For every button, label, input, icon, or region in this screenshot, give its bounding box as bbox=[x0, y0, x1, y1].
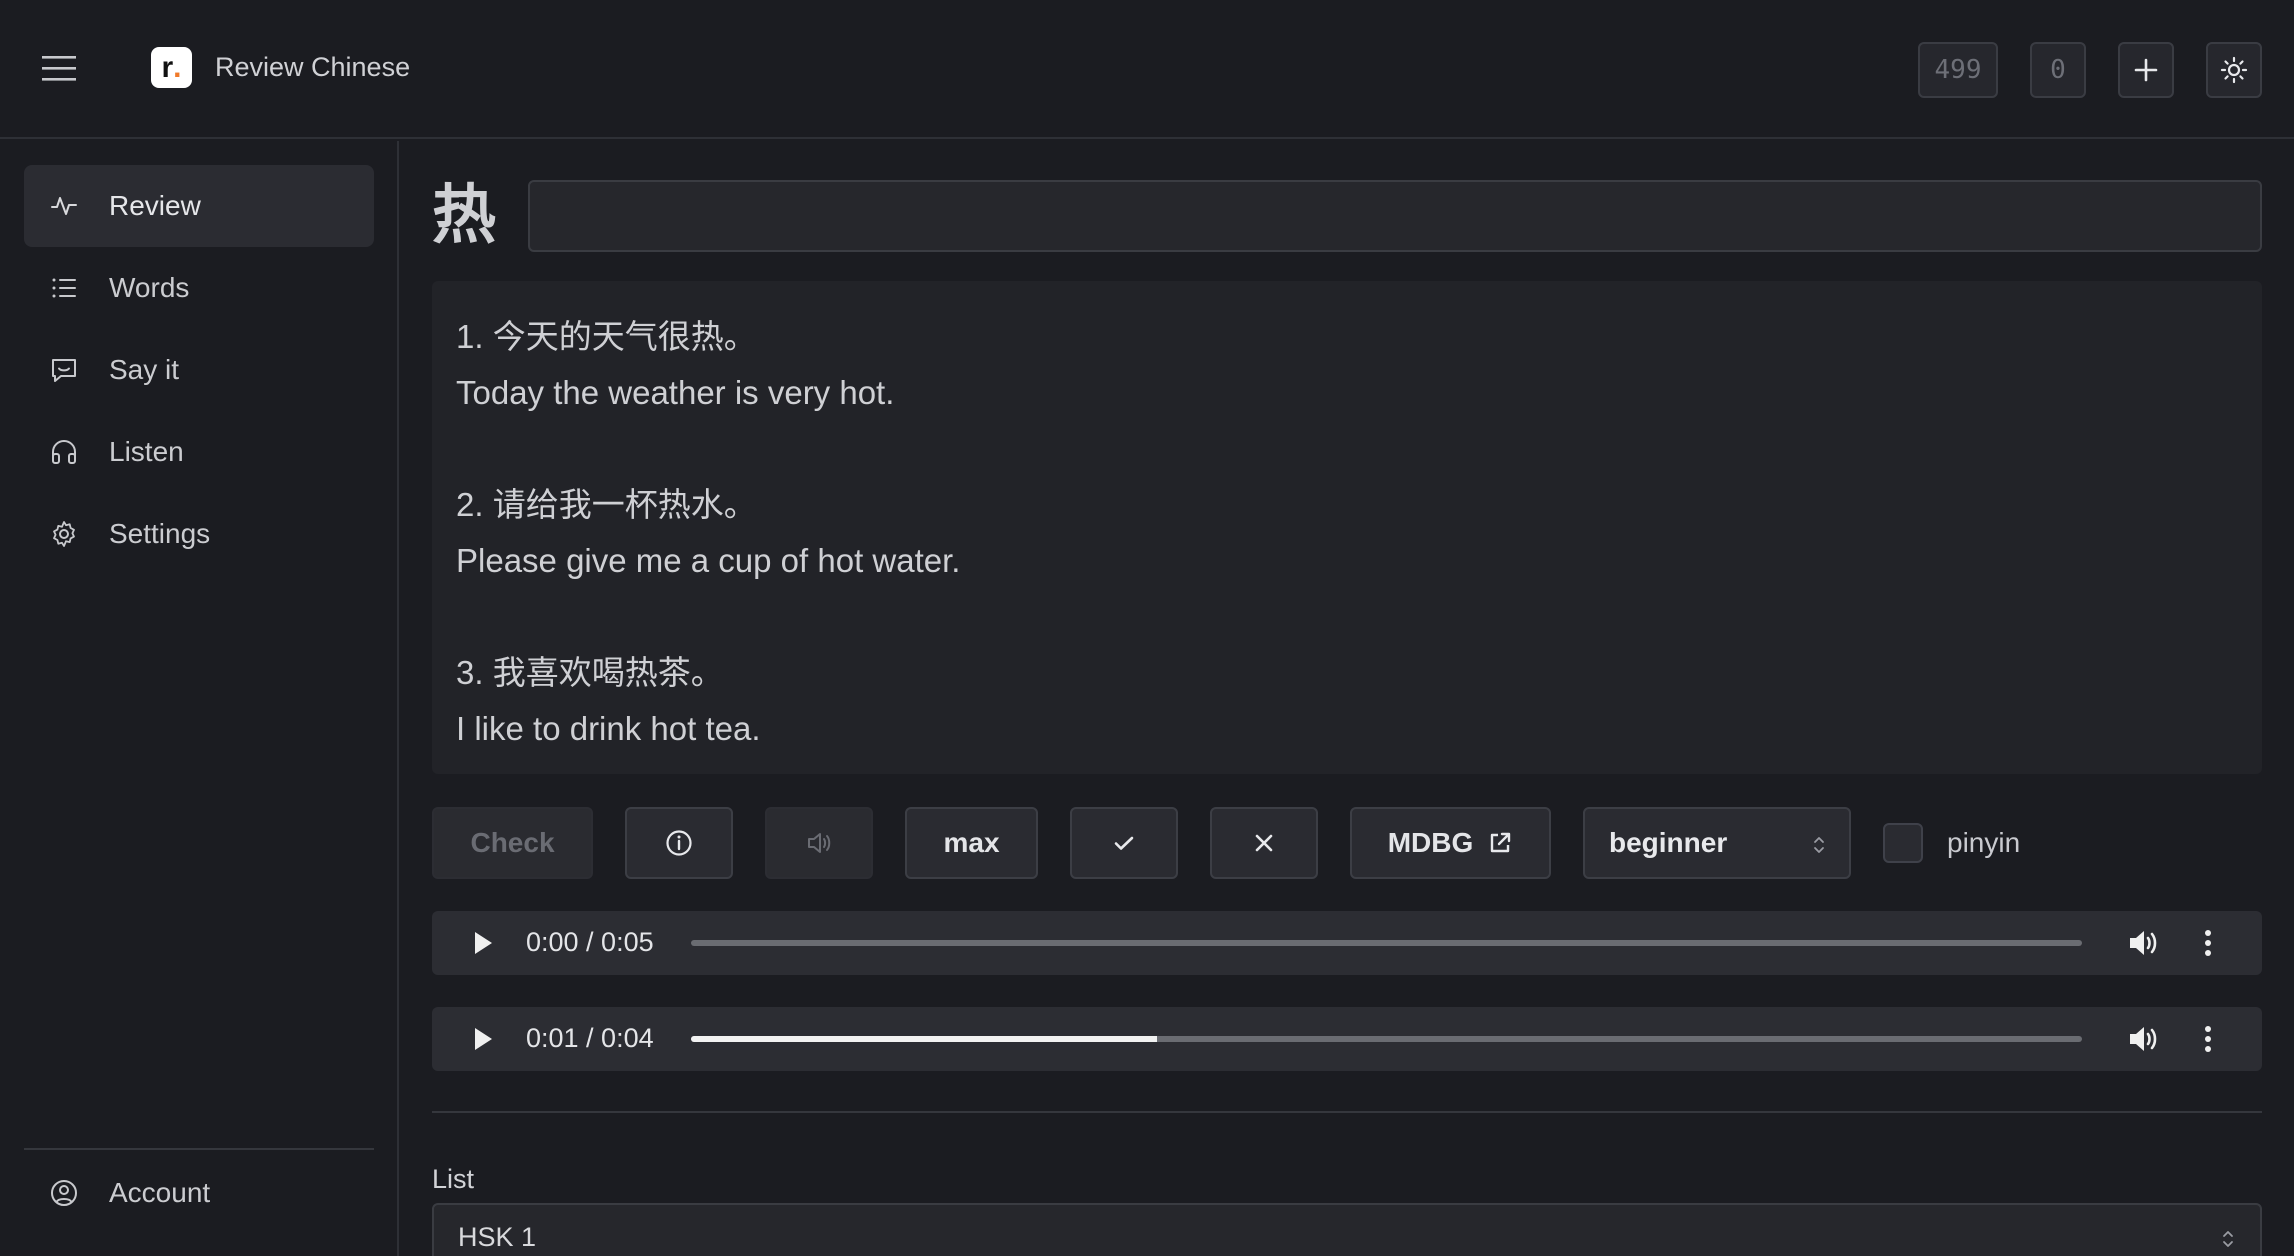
headphones-icon bbox=[52, 440, 76, 464]
sidebar-item-settings[interactable]: Settings bbox=[24, 493, 374, 575]
check-icon bbox=[1114, 836, 1134, 850]
activity-icon bbox=[51, 197, 77, 215]
list-label: List bbox=[432, 1164, 475, 1194]
max-button-label: max bbox=[943, 827, 1000, 858]
list-icon bbox=[52, 278, 76, 298]
check-button[interactable]: Check bbox=[432, 807, 593, 879]
chevron-up-down-icon bbox=[2223, 1231, 2233, 1247]
message-icon bbox=[52, 359, 76, 382]
example-en: I like to drink hot tea. bbox=[456, 710, 761, 747]
review-count: 499 bbox=[1934, 55, 1982, 85]
app-logo[interactable]: r. bbox=[151, 47, 192, 88]
speaker-icon bbox=[808, 833, 831, 853]
info-button[interactable] bbox=[625, 807, 733, 879]
list-select-value: HSK 1 bbox=[458, 1222, 537, 1252]
pinyin-label[interactable]: pinyin bbox=[1947, 827, 2020, 859]
audio-player: 0:01 / 0:04 bbox=[432, 1007, 2262, 1071]
sidebar-item-label: Review bbox=[109, 190, 201, 221]
section-divider bbox=[432, 1111, 2262, 1113]
gear-icon bbox=[53, 521, 75, 547]
sidebar-item-say-it[interactable]: Say it bbox=[24, 329, 374, 411]
top-header: r. Review Chinese 499 0 bbox=[0, 0, 2294, 139]
audio-player: 0:00 / 0:05 bbox=[432, 911, 2262, 975]
review-count-badge[interactable]: 499 bbox=[1918, 42, 1998, 98]
example-en: Today the weather is very hot. bbox=[456, 374, 895, 411]
example-en: Please give me a cup of hot water. bbox=[456, 542, 961, 579]
add-button[interactable] bbox=[2118, 42, 2174, 98]
level-select[interactable]: beginner bbox=[1583, 807, 1851, 879]
sidebar-item-label: Say it bbox=[109, 354, 180, 385]
new-count-badge[interactable]: 0 bbox=[2030, 42, 2086, 98]
chevron-up-down-icon bbox=[1814, 837, 1824, 853]
more-options-icon[interactable] bbox=[2202, 927, 2214, 959]
sidebar-item-label: Listen bbox=[109, 436, 184, 467]
mdbg-label: MDBG bbox=[1387, 827, 1474, 858]
answer-input[interactable] bbox=[528, 180, 2262, 252]
correct-button[interactable] bbox=[1070, 807, 1178, 879]
volume-icon[interactable] bbox=[2127, 1023, 2161, 1055]
example-zh: 3. 我喜欢喝热茶。 bbox=[456, 654, 724, 691]
speak-button[interactable] bbox=[765, 807, 873, 879]
volume-icon[interactable] bbox=[2127, 927, 2161, 959]
example-sentences: 1. 今天的天气很热。 Today the weather is very ho… bbox=[432, 281, 2262, 774]
info-icon bbox=[666, 830, 692, 856]
mdbg-link-button[interactable]: MDBG bbox=[1350, 807, 1551, 879]
plus-icon bbox=[2134, 58, 2158, 82]
sidebar-item-listen[interactable]: Listen bbox=[24, 411, 374, 493]
sidebar-divider bbox=[24, 1148, 374, 1150]
pinyin-checkbox[interactable] bbox=[1883, 823, 1923, 863]
sidebar-item-label: Account bbox=[109, 1177, 211, 1208]
sidebar-item-account[interactable]: Account bbox=[24, 1152, 374, 1234]
max-button[interactable]: max bbox=[905, 807, 1038, 879]
menu-icon[interactable] bbox=[38, 50, 82, 88]
external-link-icon bbox=[1491, 832, 1511, 853]
app-title: Review Chinese bbox=[215, 52, 411, 82]
new-count: 0 bbox=[2050, 55, 2066, 85]
sidebar-item-words[interactable]: Words bbox=[24, 247, 374, 329]
play-icon[interactable] bbox=[472, 930, 494, 956]
check-button-label: Check bbox=[470, 827, 555, 858]
more-options-icon[interactable] bbox=[2202, 1023, 2214, 1055]
review-character: 热 bbox=[432, 179, 496, 253]
incorrect-button[interactable] bbox=[1210, 807, 1318, 879]
list-select[interactable]: HSK 1 bbox=[432, 1203, 2262, 1256]
example-zh: 2. 请给我一杯热水。 bbox=[456, 486, 757, 523]
play-icon[interactable] bbox=[472, 1026, 494, 1052]
audio-time: 0:01 / 0:04 bbox=[526, 1023, 654, 1053]
theme-toggle-button[interactable] bbox=[2206, 42, 2262, 98]
audio-progress-bar[interactable] bbox=[691, 1036, 2082, 1042]
sidebar-item-label: Words bbox=[109, 272, 190, 303]
audio-progress-bar[interactable] bbox=[691, 940, 2082, 946]
level-select-value: beginner bbox=[1609, 827, 1728, 858]
sidebar: Review Words Say it Listen Settings Acco… bbox=[0, 141, 399, 1256]
sidebar-item-review[interactable]: Review bbox=[24, 165, 374, 247]
audio-time: 0:00 / 0:05 bbox=[526, 927, 654, 957]
sun-icon bbox=[2220, 56, 2248, 84]
user-circle-icon bbox=[51, 1180, 77, 1206]
example-zh: 1. 今天的天气很热。 bbox=[456, 318, 757, 355]
close-icon bbox=[1255, 834, 1273, 852]
sidebar-item-label: Settings bbox=[109, 518, 211, 549]
